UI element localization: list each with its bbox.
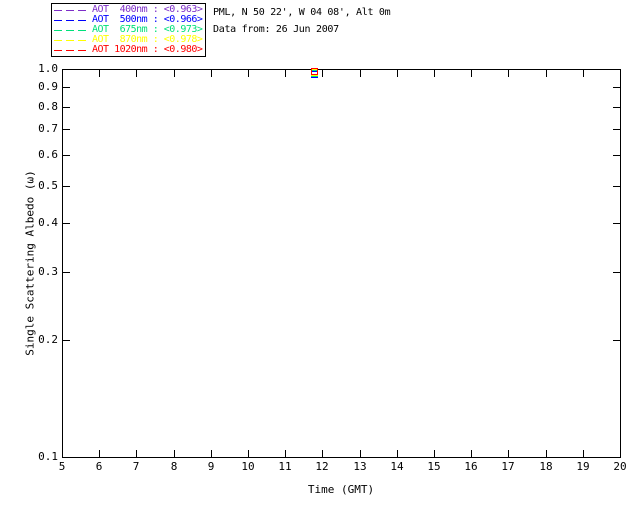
x-tick-top bbox=[434, 70, 435, 77]
x-tick bbox=[211, 450, 212, 457]
x-tick-top bbox=[248, 70, 249, 77]
y-axis-title: Single Scattering Albedo (ω) bbox=[23, 170, 37, 356]
x-tick bbox=[62, 450, 63, 457]
x-tick bbox=[174, 450, 175, 457]
x-tick bbox=[99, 450, 100, 457]
y-tick-label: 0.4 bbox=[38, 216, 58, 229]
x-tick-top bbox=[62, 70, 63, 77]
plot-area bbox=[62, 69, 621, 458]
x-tick bbox=[136, 450, 137, 457]
x-tick-label: 8 bbox=[170, 460, 178, 473]
x-tick-label: 14 bbox=[390, 460, 404, 473]
x-tick bbox=[620, 450, 621, 457]
x-tick bbox=[583, 450, 584, 457]
y-tick bbox=[63, 155, 70, 156]
x-tick-top bbox=[174, 70, 175, 77]
y-tick-label: 0.1 bbox=[38, 450, 58, 463]
x-tick-top bbox=[546, 70, 547, 77]
y-tick bbox=[63, 69, 70, 70]
y-tick-right bbox=[613, 272, 620, 273]
legend-line-sample bbox=[54, 49, 88, 51]
y-tick bbox=[63, 107, 70, 108]
y-tick-label: 0.2 bbox=[38, 333, 58, 346]
x-tick-label: 5 bbox=[58, 460, 66, 473]
y-tick-label: 0.5 bbox=[38, 179, 58, 192]
y-tick-right bbox=[613, 155, 620, 156]
x-tick bbox=[546, 450, 547, 457]
x-tick-top bbox=[620, 70, 621, 77]
data-date-text: Data from: 26 Jun 2007 bbox=[213, 24, 339, 35]
x-tick-label: 11 bbox=[278, 460, 292, 473]
legend-line-sample bbox=[54, 39, 88, 41]
x-tick-label: 18 bbox=[539, 460, 553, 473]
x-tick bbox=[322, 450, 323, 457]
y-tick bbox=[63, 272, 70, 273]
legend-line-sample bbox=[54, 29, 88, 31]
x-tick-label: 13 bbox=[353, 460, 367, 473]
y-tick-right bbox=[613, 340, 620, 341]
y-tick-right bbox=[613, 69, 620, 70]
x-tick-label: 15 bbox=[427, 460, 441, 473]
x-tick bbox=[508, 450, 509, 457]
x-tick-top bbox=[397, 70, 398, 77]
legend-item: AOT 1020nm : <0.980> bbox=[54, 45, 203, 55]
y-tick-right bbox=[613, 186, 620, 187]
x-tick-label: 9 bbox=[207, 460, 215, 473]
x-tick-top bbox=[360, 70, 361, 77]
site-location-text: PML, N 50 22', W 04 08', Alt 0m bbox=[213, 7, 391, 18]
x-tick-label: 6 bbox=[95, 460, 103, 473]
x-tick bbox=[434, 450, 435, 457]
x-tick-top bbox=[322, 70, 323, 77]
x-tick-label: 12 bbox=[315, 460, 329, 473]
x-tick-top bbox=[211, 70, 212, 77]
x-tick bbox=[248, 450, 249, 457]
y-tick-label: 0.9 bbox=[38, 80, 58, 93]
x-tick-top bbox=[285, 70, 286, 77]
y-tick-right bbox=[613, 87, 620, 88]
x-tick bbox=[471, 450, 472, 457]
x-tick-label: 10 bbox=[241, 460, 255, 473]
y-tick bbox=[63, 87, 70, 88]
x-tick-top bbox=[508, 70, 509, 77]
y-tick-label: 0.3 bbox=[38, 265, 58, 278]
x-tick-label: 19 bbox=[576, 460, 590, 473]
y-tick bbox=[63, 457, 70, 458]
legend-item-label: AOT 1020nm : <0.980> bbox=[92, 44, 203, 55]
y-tick bbox=[63, 186, 70, 187]
plot-canvas: AOT 400nm : <0.963> AOT 500nm : <0.966> AO… bbox=[0, 0, 640, 512]
y-tick-label: 0.6 bbox=[38, 148, 58, 161]
y-tick-label: 0.7 bbox=[38, 122, 58, 135]
legend-line-sample bbox=[54, 9, 88, 11]
y-tick bbox=[63, 223, 70, 224]
x-tick-top bbox=[99, 70, 100, 77]
y-tick-right bbox=[613, 223, 620, 224]
x-tick bbox=[397, 450, 398, 457]
x-tick bbox=[285, 450, 286, 457]
y-tick bbox=[63, 129, 70, 130]
y-tick-label: 1.0 bbox=[38, 62, 58, 75]
x-tick-top bbox=[136, 70, 137, 77]
y-tick-right bbox=[613, 457, 620, 458]
legend-line-sample bbox=[54, 19, 88, 21]
y-tick-right bbox=[613, 107, 620, 108]
x-axis-title: Time (GMT) bbox=[307, 483, 375, 496]
y-tick bbox=[63, 340, 70, 341]
x-tick-label: 20 bbox=[613, 460, 627, 473]
data-marker bbox=[311, 68, 318, 75]
x-tick-label: 7 bbox=[132, 460, 140, 473]
x-tick bbox=[360, 450, 361, 457]
x-tick-top bbox=[583, 70, 584, 77]
x-tick-top bbox=[471, 70, 472, 77]
x-tick-label: 17 bbox=[501, 460, 515, 473]
legend: AOT 400nm : <0.963> AOT 500nm : <0.966> AO… bbox=[51, 3, 206, 57]
y-tick-label: 0.8 bbox=[38, 100, 58, 113]
x-tick-label: 16 bbox=[464, 460, 478, 473]
y-tick-right bbox=[613, 129, 620, 130]
